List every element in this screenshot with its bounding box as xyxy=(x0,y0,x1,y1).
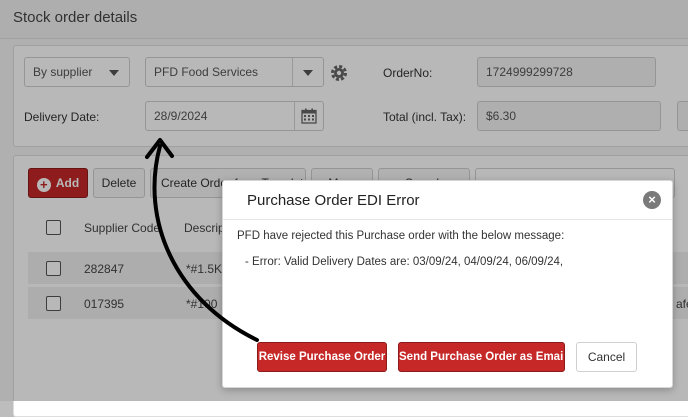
dialog-message: PFD have rejected this Purchase order wi… xyxy=(237,230,565,242)
edi-error-dialog: Purchase Order EDI Error × PFD have reje… xyxy=(222,180,673,388)
send-purchase-order-email-button[interactable]: Send Purchase Order as Email xyxy=(398,342,565,372)
dialog-header: Purchase Order EDI Error × xyxy=(223,181,672,220)
revise-purchase-order-button[interactable]: Revise Purchase Order xyxy=(257,342,387,372)
dialog-error-detail: - Error: Valid Delivery Dates are: 03/09… xyxy=(245,256,564,268)
cancel-button[interactable]: Cancel xyxy=(576,342,637,372)
close-icon[interactable]: × xyxy=(643,191,661,209)
dialog-title: Purchase Order EDI Error xyxy=(247,192,420,209)
